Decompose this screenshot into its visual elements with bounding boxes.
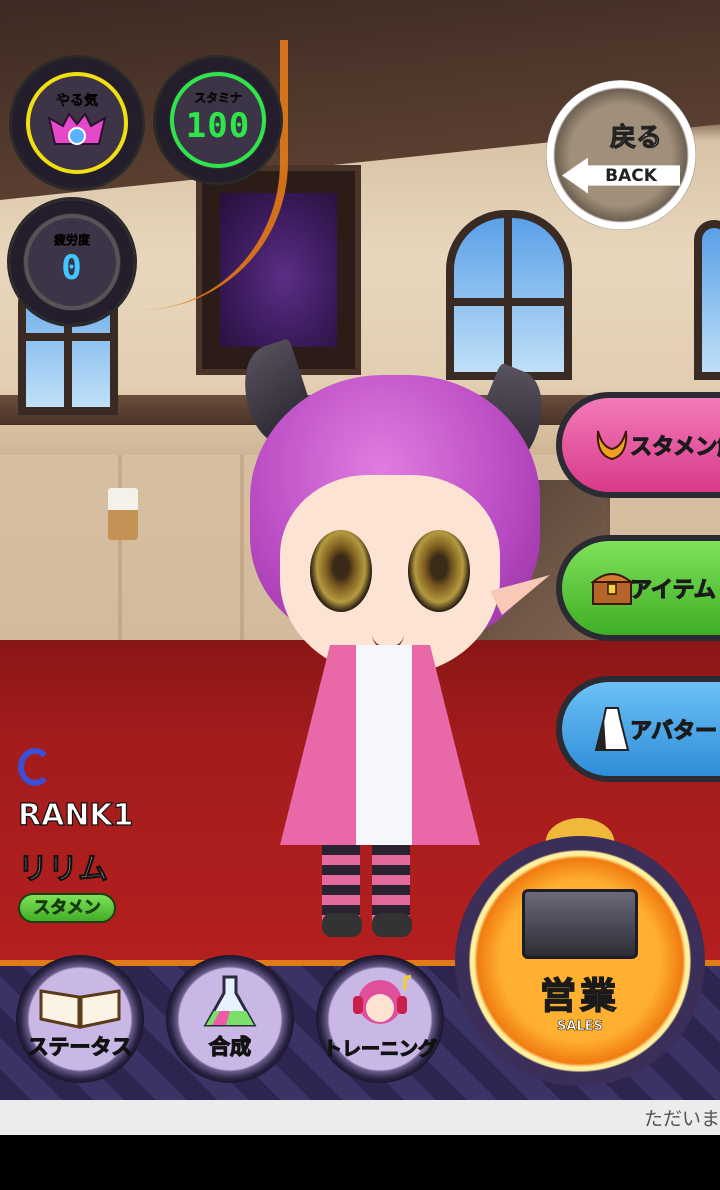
- status-button[interactable]: ステータス: [16, 955, 144, 1083]
- left-eye: [310, 530, 372, 612]
- items-button[interactable]: アイテム: [556, 535, 720, 641]
- avatar-button[interactable]: アバター: [556, 676, 720, 782]
- dress-icon: [590, 707, 634, 751]
- treasure-chest-icon: [590, 566, 634, 610]
- right-window: [694, 220, 720, 380]
- back-label-en: BACK: [605, 165, 657, 186]
- remove-starter-label: スタメン解除: [629, 434, 720, 460]
- avatar-label: アバター: [629, 718, 718, 744]
- items-label: アイテム: [629, 577, 716, 603]
- sales-button[interactable]: 営業 SALES: [455, 836, 705, 1086]
- stamina-value: 100: [185, 105, 251, 146]
- motivation-gauge[interactable]: やる気: [12, 58, 142, 188]
- status-label: ステータス: [27, 1034, 133, 1059]
- book-icon: [39, 989, 121, 1029]
- training-button[interactable]: トレーニング: [316, 955, 444, 1083]
- back-label-jp: 戻る: [609, 122, 662, 153]
- grade-c-icon: [18, 748, 52, 786]
- news-ticker: ただいま: [0, 1100, 720, 1135]
- stamina-gauge[interactable]: スタミナ 100: [156, 58, 280, 182]
- back-button[interactable]: 戻る BACK: [546, 80, 696, 230]
- back-arrow-icon: BACK: [562, 157, 680, 194]
- fusion-button[interactable]: 合成: [166, 955, 294, 1083]
- flask-icon: [203, 975, 257, 1027]
- right-shoe: [372, 913, 412, 937]
- wall-candle: [108, 488, 138, 540]
- demon-face-icon: [47, 112, 107, 145]
- character-rank: RANK1: [17, 797, 134, 833]
- character-name: リリム: [17, 851, 108, 887]
- game-screen: やる気 スタミナ 100 疲労度 0 戻る BACK スタメン解除 アイテム: [0, 0, 720, 1190]
- motivation-label: やる気: [56, 93, 99, 110]
- fatigue-label: 疲労度: [53, 232, 91, 247]
- remove-starter-button[interactable]: スタメン解除: [556, 392, 720, 498]
- fusion-label: 合成: [208, 1034, 251, 1059]
- shop-stage-icon: [522, 888, 638, 959]
- left-shoe: [322, 913, 362, 937]
- stamina-label: スタミナ: [193, 90, 243, 105]
- fatigue-value: 0: [61, 247, 83, 288]
- fatigue-gauge[interactable]: 疲労度 0: [10, 200, 134, 324]
- right-eye: [408, 530, 470, 612]
- starter-badge: スタメン: [18, 893, 116, 923]
- character-dress: [280, 645, 480, 845]
- training-label: トレーニング: [322, 1037, 437, 1060]
- sales-label-en: SALES: [557, 1018, 603, 1034]
- demon-horns-icon: [590, 423, 634, 467]
- headphones-girl-icon: [353, 974, 412, 1024]
- sales-label-jp: 営業: [539, 975, 620, 1018]
- ticker-text: ただいま: [643, 1108, 720, 1130]
